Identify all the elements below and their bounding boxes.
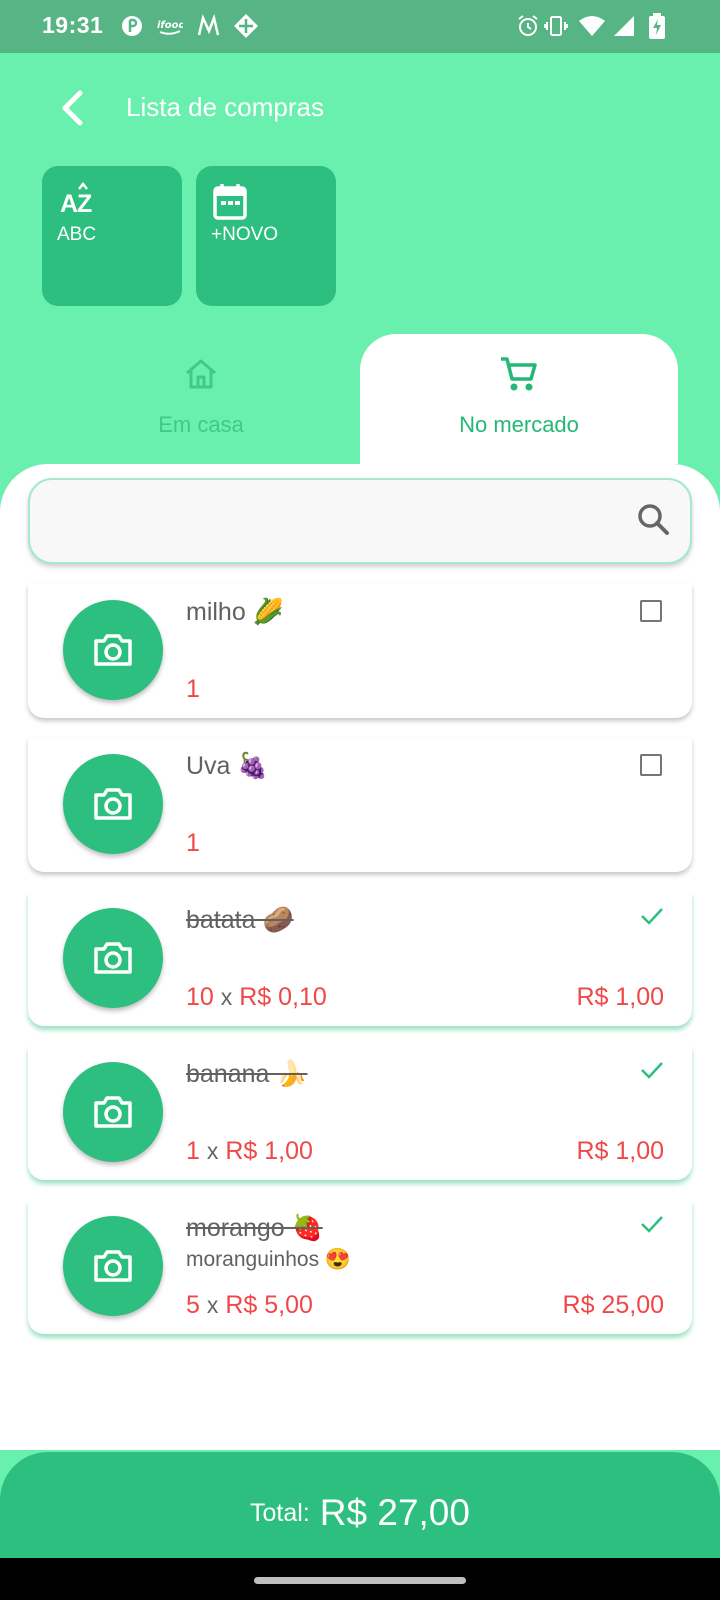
item-note: moranguinhos 😍 [186,1248,352,1271]
item-checkbox[interactable] [640,600,662,622]
home-icon [183,354,219,394]
camera-icon [94,1096,132,1128]
alarm-icon [516,13,540,39]
m-app-icon [196,13,222,39]
multiply-sign: x [206,1138,219,1164]
item-quantity: 10 [186,983,214,1011]
wifi-icon [578,13,606,39]
list-item[interactable]: morango 🍓 moranguinhos 😍 5 x R$ 5,00 R$ … [28,1200,692,1334]
item-unit-price: R$ 1,00 [225,1137,313,1165]
ifood-icon: ifood [157,13,183,39]
battery-charging-icon [648,13,666,39]
item-total: R$ 25,00 [562,1291,664,1319]
new-list-label: +NOVO [211,224,279,245]
list-item[interactable]: milho 🌽 1 [28,584,692,718]
notification-app-icon [120,13,144,39]
camera-button[interactable] [63,1062,163,1162]
check-icon[interactable] [640,906,664,930]
tab-no-mercado[interactable]: No mercado [360,334,678,464]
search-icon[interactable] [636,502,670,540]
item-name: Uva 🍇 [186,752,269,780]
check-icon[interactable] [640,1214,664,1238]
item-checkbox[interactable] [640,754,662,776]
list-item[interactable]: batata 🥔 10 x R$ 0,10 R$ 1,00 [28,892,692,1026]
search-bar[interactable] [28,478,692,564]
item-quantity-price: 5 x R$ 5,00 [186,1291,313,1320]
cart-icon [499,354,539,394]
camera-icon [94,942,132,974]
sort-abc-label: ABC [57,224,97,245]
sort-abc-button[interactable]: A Z ABC [42,166,182,306]
item-total: R$ 1,00 [576,1137,664,1165]
total-value: R$ 27,00 [319,1492,470,1533]
multiply-sign: x [206,1292,219,1318]
item-total: R$ 1,00 [576,983,664,1011]
camera-button[interactable] [63,1216,163,1316]
item-quantity-price: 1 x R$ 1,00 [186,1137,313,1166]
multiply-sign: x [220,984,233,1010]
location-app-icon [233,13,259,39]
tab-em-casa[interactable]: Em casa [42,334,360,464]
total-bar: Total: R$ 27,00 [0,1452,720,1558]
item-unit-price: R$ 5,00 [225,1291,313,1319]
back-button[interactable] [50,86,94,130]
item-quantity-price: 10 x R$ 0,10 [186,983,327,1012]
item-quantity: 1 [186,829,200,857]
home-indicator[interactable] [254,1577,466,1584]
svg-text:ifood: ifood [157,20,183,31]
system-nav-bar [0,1558,720,1600]
camera-button[interactable] [63,600,163,700]
total-label: Total: [250,1499,310,1527]
svg-text:Z: Z [77,190,92,218]
item-name: morango 🍓 [186,1214,323,1242]
item-name: milho 🌽 [186,598,284,626]
search-input[interactable] [50,500,630,542]
item-quantity: 5 [186,1291,200,1319]
list-item[interactable]: banana 🍌 1 x R$ 1,00 R$ 1,00 [28,1046,692,1180]
item-quantity: 1 [186,1137,200,1165]
item-quantity: 1 [186,675,200,703]
svg-text:A: A [60,190,78,218]
camera-icon [94,634,132,666]
tab-em-casa-label: Em casa [158,412,244,437]
status-time: 19:31 [42,12,104,38]
camera-icon [94,1250,132,1282]
sort-alpha-icon: A Z [58,181,98,222]
camera-button[interactable] [63,754,163,854]
camera-button[interactable] [63,908,163,1008]
page-title: Lista de compras [126,92,324,122]
calendar-icon [212,182,248,224]
list-item[interactable]: Uva 🍇 1 [28,738,692,872]
check-icon[interactable] [640,1060,664,1084]
item-name: batata 🥔 [186,906,294,934]
tab-no-mercado-label: No mercado [459,412,579,437]
vibrate-icon [544,13,568,39]
status-bar: 19:31 ifood [0,0,720,53]
signal-icon [612,13,636,39]
camera-icon [94,788,132,820]
new-list-button[interactable]: +NOVO [196,166,336,306]
chevron-left-icon [62,90,83,126]
item-unit-price: R$ 0,10 [239,983,327,1011]
item-name: banana 🍌 [186,1060,308,1088]
